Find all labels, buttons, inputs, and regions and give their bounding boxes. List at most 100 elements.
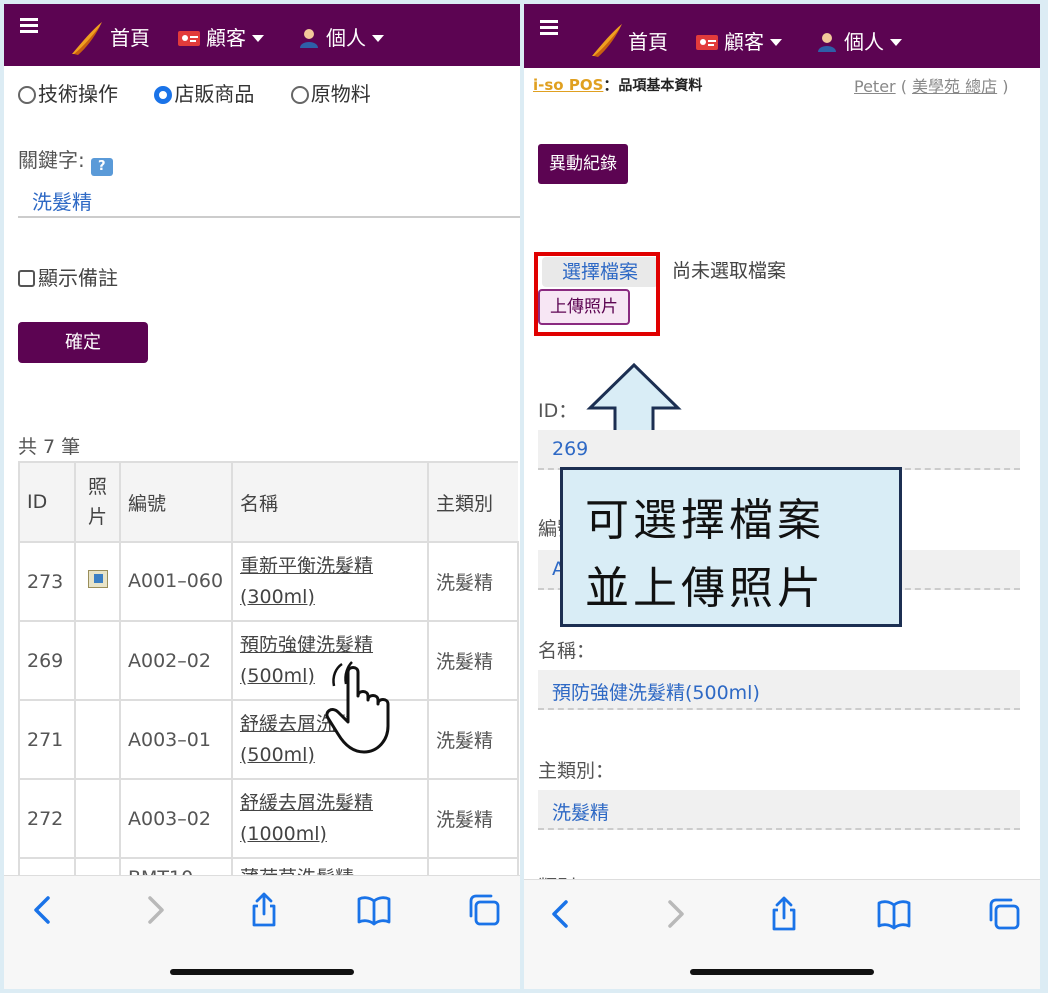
cell-id: 271 bbox=[18, 699, 76, 780]
field-label-name: 名稱： bbox=[538, 640, 596, 662]
nav-personal[interactable]: 個人 bbox=[298, 22, 384, 51]
no-file-text: 尚未選取檔案 bbox=[672, 260, 787, 282]
cell-category: 洗髮精 bbox=[427, 778, 519, 859]
bookmarks-icon[interactable] bbox=[356, 892, 392, 928]
header-photo: 照片 bbox=[74, 461, 121, 543]
radio-label: 技術操作 bbox=[38, 82, 118, 106]
nav-home[interactable]: 首頁 bbox=[628, 26, 668, 55]
hamburger-menu-icon[interactable] bbox=[540, 20, 558, 38]
cell-photo bbox=[74, 541, 121, 622]
keyword-input[interactable]: 洗髮精 bbox=[32, 186, 92, 215]
field-label-category: 主類別： bbox=[538, 760, 615, 782]
cell-photo bbox=[74, 620, 121, 701]
results-table: ID 照片 編號 名稱 主類別 273 A001–060 重新平衡洗髮精(300… bbox=[18, 461, 519, 938]
back-icon[interactable] bbox=[26, 892, 62, 928]
forward-icon[interactable] bbox=[136, 892, 172, 928]
callout-line-2: 並上傳照片 bbox=[585, 563, 825, 614]
radio-technical[interactable]: 技術操作 bbox=[18, 82, 118, 106]
result-count: 共 7 筆 bbox=[18, 436, 81, 458]
header-name: 名稱 bbox=[231, 461, 429, 543]
person-icon bbox=[818, 33, 836, 52]
brand-link[interactable]: i-so POS bbox=[533, 76, 603, 94]
show-notes-label: 顯示備註 bbox=[38, 266, 118, 290]
nav-personal[interactable]: 個人 bbox=[816, 26, 902, 55]
cell-category: 洗髮精 bbox=[427, 620, 519, 701]
chevron-down-icon bbox=[890, 39, 902, 46]
customer-card-icon bbox=[696, 35, 718, 50]
cell-name: 重新平衡洗髮精(300ml) bbox=[231, 541, 429, 622]
header-id: ID bbox=[18, 461, 76, 543]
tabs-icon[interactable] bbox=[466, 892, 502, 928]
item-name-link[interactable]: 舒緩去屑洗髮精(1000ml) bbox=[240, 792, 373, 845]
cell-code: A002–02 bbox=[119, 620, 233, 701]
keyword-label: 關鍵字: bbox=[18, 148, 85, 172]
breadcrumb-separator: ： bbox=[603, 76, 619, 94]
cell-photo bbox=[74, 699, 121, 780]
cell-name: 舒緩去屑洗髮精(1000ml) bbox=[231, 778, 429, 859]
header-code: 編號 bbox=[119, 461, 233, 543]
header-category: 主類別 bbox=[427, 461, 518, 543]
field-value-category[interactable]: 洗髮精 bbox=[538, 790, 1020, 830]
table-row: 272 A003–02 舒緩去屑洗髮精(1000ml) 洗髮精 bbox=[18, 778, 519, 859]
cell-id: 272 bbox=[18, 778, 76, 859]
user-store-info: Peter ( 美學苑 總店 ) bbox=[854, 73, 1008, 97]
highlight-box bbox=[534, 252, 660, 336]
home-indicator[interactable] bbox=[690, 969, 874, 975]
tap-hand-icon bbox=[325, 661, 390, 754]
radio-circle-selected[interactable] bbox=[154, 86, 173, 104]
paren-close: ) bbox=[997, 77, 1009, 96]
field-label-id: ID： bbox=[538, 400, 578, 422]
nav-personal-label: 個人 bbox=[326, 26, 366, 50]
share-icon[interactable] bbox=[766, 896, 802, 932]
cell-category: 洗髮精 bbox=[427, 699, 519, 780]
forward-icon[interactable] bbox=[656, 896, 692, 932]
page-title: 品項基本資料 bbox=[618, 78, 703, 94]
back-icon[interactable] bbox=[544, 896, 580, 932]
cell-code: A003–01 bbox=[119, 699, 233, 780]
home-indicator[interactable] bbox=[170, 969, 354, 975]
store-link[interactable]: 美學苑 總店 bbox=[912, 77, 997, 96]
table-header-row: ID 照片 編號 名稱 主類別 bbox=[18, 461, 518, 543]
browser-toolbar bbox=[4, 875, 520, 989]
show-notes-checkbox[interactable] bbox=[18, 270, 35, 287]
tabs-icon[interactable] bbox=[986, 896, 1022, 932]
field-value-id[interactable]: 269 bbox=[538, 430, 1020, 470]
cell-code: A001–060 bbox=[119, 541, 233, 622]
cell-id: 269 bbox=[18, 620, 76, 701]
nav-customer-label: 顧客 bbox=[724, 30, 764, 54]
table-row: 273 A001–060 重新平衡洗髮精(300ml) 洗髮精 bbox=[18, 541, 519, 622]
hamburger-menu-icon[interactable] bbox=[20, 18, 38, 36]
help-icon[interactable]: ? bbox=[90, 158, 113, 176]
user-link[interactable]: Peter bbox=[854, 77, 896, 96]
radio-label: 店販商品 bbox=[174, 82, 255, 106]
history-button[interactable]: 異動紀錄 bbox=[538, 144, 628, 184]
radio-circle[interactable] bbox=[290, 86, 309, 104]
person-icon bbox=[300, 29, 318, 48]
field-value-name[interactable]: 預防強健洗髮精(500ml) bbox=[538, 670, 1020, 710]
nav-customer[interactable]: 顧客 bbox=[696, 26, 782, 55]
photo-thumbnail-icon[interactable] bbox=[87, 570, 108, 588]
radio-circle[interactable] bbox=[18, 86, 36, 104]
input-underline bbox=[18, 216, 520, 218]
radio-retail[interactable]: 店販商品 bbox=[154, 82, 254, 106]
logo-icon[interactable] bbox=[70, 20, 104, 56]
customer-card-icon bbox=[178, 31, 200, 46]
radio-material[interactable]: 原物料 bbox=[290, 82, 371, 106]
logo-icon[interactable] bbox=[590, 22, 624, 58]
annotation-callout: 可選擇檔案 並上傳照片 bbox=[560, 467, 902, 627]
item-type-radio-group: 技術操作 店販商品 原物料 bbox=[18, 78, 371, 107]
nav-home[interactable]: 首頁 bbox=[110, 22, 150, 51]
confirm-button[interactable]: 確定 bbox=[18, 322, 148, 363]
browser-toolbar bbox=[524, 879, 1040, 989]
bookmarks-icon[interactable] bbox=[876, 896, 912, 932]
paren-open: ( bbox=[895, 77, 913, 96]
show-notes-row[interactable]: 顯示備註 bbox=[18, 262, 118, 291]
callout-line-1: 可選擇檔案 bbox=[585, 495, 825, 546]
cell-id: 273 bbox=[18, 541, 76, 622]
breadcrumb: i-so POS：品項基本資料 bbox=[533, 74, 702, 95]
share-icon[interactable] bbox=[246, 892, 282, 928]
left-screen: 首頁 顧客 個人 技術操作 店販商品 原物料 關鍵字:? 洗髮精 顯示備註 確定… bbox=[4, 4, 520, 989]
item-name-link[interactable]: 重新平衡洗髮精(300ml) bbox=[240, 555, 373, 608]
cell-category: 洗髮精 bbox=[427, 541, 519, 622]
nav-customer[interactable]: 顧客 bbox=[178, 22, 264, 51]
